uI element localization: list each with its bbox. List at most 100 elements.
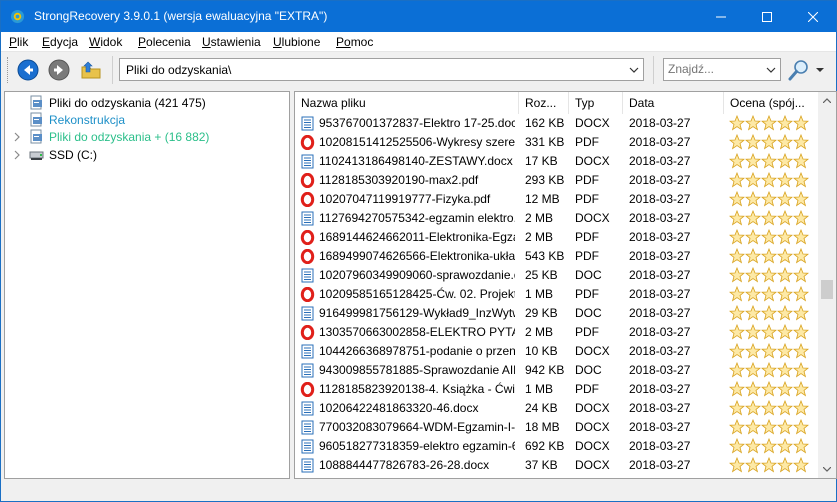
file-row[interactable]: 10206422481863320-46.docx 24 KB DOCX 2018-0… bbox=[295, 399, 818, 418]
folder-tree[interactable]: Pliki do odzyskania (421 475) Rekonstruk… bbox=[4, 91, 290, 479]
file-date: 2018-03-27 bbox=[629, 230, 691, 244]
file-row[interactable]: 10207960349909060-sprawozdanie.d 25 KB DOC… bbox=[295, 266, 818, 285]
document-file-icon bbox=[301, 363, 314, 378]
forward-button[interactable] bbox=[47, 58, 71, 82]
file-name: 1128185823920138-4. Książka - Ćwic... bbox=[319, 382, 515, 396]
file-row[interactable]: 960518277318359-elektro egzamin-6... 692 … bbox=[295, 437, 818, 456]
file-size: 293 KB bbox=[525, 173, 565, 187]
rating-stars bbox=[729, 343, 809, 359]
rating-stars bbox=[729, 324, 809, 340]
file-row[interactable]: 10209585165128425-Ćw. 02. Projekt... 1 MB… bbox=[295, 285, 818, 304]
rating-star-icon bbox=[761, 267, 777, 283]
toolbar-separator bbox=[112, 56, 113, 84]
file-row[interactable]: 1689144624662011-Elektronika-Egza... 2 MB… bbox=[295, 228, 818, 247]
file-row[interactable]: 1128185823920138-4. Książka - Ćwic... 1 M… bbox=[295, 380, 818, 399]
file-list[interactable]: Nazwa pliku Roz... Typ Data Ocena (spój.… bbox=[294, 91, 837, 479]
tree-item-label: Pliki do odzyskania + (16 882) bbox=[49, 129, 210, 144]
column-header-size[interactable]: Roz... bbox=[519, 92, 569, 114]
file-row[interactable]: 916499981756129-Wykład9_InzWytw... 29 KB D… bbox=[295, 304, 818, 323]
rating-star-icon bbox=[793, 381, 809, 397]
scroll-down-button[interactable] bbox=[818, 461, 836, 478]
file-size: 942 KB bbox=[525, 363, 565, 377]
rating-star-icon bbox=[745, 457, 761, 473]
file-row[interactable]: 1044266368978751-podanie o przeni... 10 K… bbox=[295, 342, 818, 361]
scroll-up-button[interactable] bbox=[818, 92, 836, 109]
title-bar[interactable]: StrongRecovery 3.9.0.1 (wersja ewaluacyj… bbox=[1, 1, 836, 32]
maximize-button[interactable] bbox=[744, 1, 790, 32]
file-type: PDF bbox=[575, 287, 599, 301]
path-dropdown-button[interactable] bbox=[625, 60, 642, 79]
file-row[interactable]: 1088844477826783-26-28.docx 37 KB DOCX 2018… bbox=[295, 456, 818, 475]
scrollbar-thumb[interactable] bbox=[821, 280, 833, 299]
tree-item-label: SSD (C:) bbox=[49, 147, 97, 162]
rating-star-icon bbox=[729, 362, 745, 378]
file-date: 2018-03-27 bbox=[629, 173, 691, 187]
tree-item-recoverable[interactable]: Pliki do odzyskania (421 475) bbox=[30, 94, 206, 111]
tree-item-recoverable-plus[interactable]: Pliki do odzyskania + (16 882) bbox=[11, 128, 209, 145]
search-options-dropdown[interactable] bbox=[813, 58, 827, 82]
rating-star-icon bbox=[729, 191, 745, 207]
column-header-rating[interactable]: Ocena (spój... bbox=[724, 92, 818, 114]
file-row[interactable]: 770032083079664-WDM-Egzamin-I-... 18 MB DO… bbox=[295, 418, 818, 437]
column-header-date[interactable]: Data bbox=[623, 92, 724, 114]
magnifier-icon bbox=[788, 60, 808, 81]
up-folder-button[interactable] bbox=[79, 58, 103, 82]
app-logo-icon bbox=[10, 9, 25, 24]
back-button[interactable] bbox=[16, 58, 40, 82]
rating-stars bbox=[729, 400, 809, 416]
document-file-icon bbox=[301, 344, 314, 359]
rating-star-icon bbox=[793, 115, 809, 131]
menu-widok[interactable]: Widok bbox=[89, 35, 122, 49]
rating-stars bbox=[729, 229, 809, 245]
file-size: 37 KB bbox=[525, 458, 558, 472]
vertical-scrollbar[interactable] bbox=[818, 92, 836, 478]
file-name: 10207047119919777-Fizyka.pdf bbox=[319, 192, 491, 206]
rating-star-icon bbox=[777, 248, 793, 264]
pdf-file-icon bbox=[300, 230, 315, 245]
path-combobox[interactable]: Pliki do odzyskania\ bbox=[119, 58, 644, 81]
file-row[interactable]: 1689499074626566-Elektronika-ukła... 543 … bbox=[295, 247, 818, 266]
column-header-type[interactable]: Typ bbox=[569, 92, 623, 114]
menu-ustawienia[interactable]: Ustawienia bbox=[202, 35, 261, 49]
search-input[interactable] bbox=[668, 62, 758, 76]
rating-stars bbox=[729, 172, 809, 188]
file-type: PDF bbox=[575, 325, 599, 339]
file-size: 18 MB bbox=[525, 420, 560, 434]
menu-edycja[interactable]: Edycja bbox=[42, 35, 78, 49]
minimize-button[interactable] bbox=[698, 1, 744, 32]
expand-chevron-icon[interactable] bbox=[11, 149, 23, 161]
file-type: PDF bbox=[575, 249, 599, 263]
file-type: DOCX bbox=[575, 458, 610, 472]
file-type: DOC bbox=[575, 268, 602, 282]
menu-plik[interactable]: Plik bbox=[9, 35, 28, 49]
toolbar-grip[interactable] bbox=[7, 57, 9, 83]
maximize-icon bbox=[762, 11, 772, 22]
file-row[interactable]: 10208151412525506-Wykresy szereg... 331 K… bbox=[295, 133, 818, 152]
file-row[interactable]: 10207047119919777-Fizyka.pdf 12 MB PDF 2018… bbox=[295, 190, 818, 209]
document-file-icon bbox=[301, 306, 314, 321]
file-row[interactable]: 943009855781885-Sprawozdanie AIR... 942 K… bbox=[295, 361, 818, 380]
menu-polecenia[interactable]: Polecenia bbox=[138, 35, 191, 49]
menu-ulubione[interactable]: Ulubione bbox=[273, 35, 320, 49]
expand-chevron-icon[interactable] bbox=[11, 131, 23, 143]
search-dropdown-button[interactable] bbox=[762, 60, 779, 79]
rating-stars bbox=[729, 248, 809, 264]
close-button[interactable] bbox=[790, 1, 836, 32]
search-button[interactable] bbox=[787, 58, 811, 82]
file-row[interactable]: 1128185303920190-max2.pdf 293 KB PDF 2018-0… bbox=[295, 171, 818, 190]
column-header-name[interactable]: Nazwa pliku bbox=[295, 92, 519, 114]
file-row[interactable]: 1303570663002858-ELEKTRO PYTAN... 2 MB PDF… bbox=[295, 323, 818, 342]
file-name: 10208151412525506-Wykresy szereg... bbox=[319, 135, 515, 149]
rating-star-icon bbox=[761, 229, 777, 245]
file-row[interactable]: 953767001372837-Elektro 17-25.docx 162 KB… bbox=[295, 114, 818, 133]
rating-star-icon bbox=[793, 457, 809, 473]
menu-pomoc[interactable]: Pomoc bbox=[336, 35, 373, 49]
search-combobox[interactable] bbox=[663, 58, 781, 81]
tree-item-reconstruction[interactable]: Rekonstrukcja bbox=[30, 111, 125, 128]
tree-item-ssd[interactable]: SSD (C:) bbox=[11, 146, 97, 163]
rating-star-icon bbox=[793, 362, 809, 378]
file-row[interactable]: 1102413186498140-ZESTAWY.docx 17 KB DOCX 20… bbox=[295, 152, 818, 171]
file-name: 10207960349909060-sprawozdanie.d bbox=[319, 268, 515, 282]
file-row[interactable]: 1127694270575342-egzamin elektro... 2 MB D… bbox=[295, 209, 818, 228]
document-file-icon bbox=[301, 420, 314, 435]
